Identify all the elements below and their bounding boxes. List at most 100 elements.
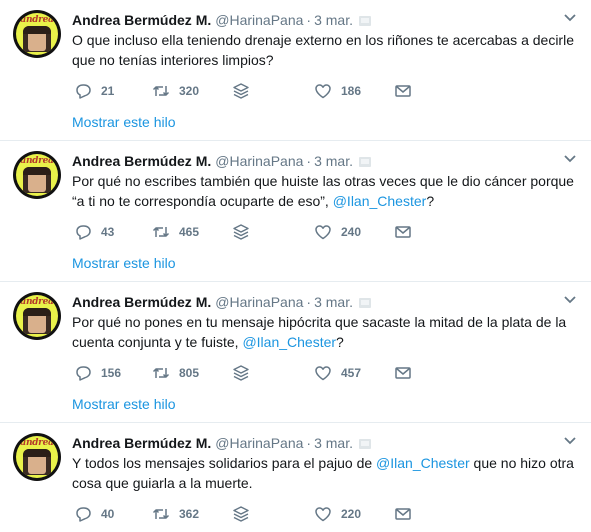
author-handle[interactable]: @HarinaPana — [215, 435, 303, 451]
retweet-icon — [152, 227, 170, 237]
tweet-text: Y todos los mensajes solidarios para el … — [72, 453, 577, 493]
reply-icon — [76, 366, 91, 381]
author-name[interactable]: Andrea Bermúdez M. — [72, 435, 211, 451]
reply-button[interactable]: 40 — [74, 504, 114, 524]
envelope-icon — [395, 367, 411, 379]
avatar[interactable]: andrea — [13, 10, 61, 58]
separator: · — [306, 294, 312, 310]
separator: · — [306, 12, 312, 28]
tweet-date[interactable]: 3 mar. — [314, 12, 353, 28]
chevron-down-icon[interactable] — [563, 295, 577, 305]
layers-button[interactable] — [232, 222, 250, 242]
reply-icon — [76, 507, 91, 522]
tweet-actions: 43 465 240 — [72, 222, 452, 242]
tweet[interactable]: andrea Andrea Bermúdez M. @HarinaPana · 3 m… — [0, 141, 591, 282]
tweet[interactable]: andrea Andrea Bermúdez M. @HarinaPana · 3 m… — [0, 423, 591, 532]
retweet-icon — [152, 509, 170, 519]
tweet-text-fragment: que no hizo otra — [469, 455, 574, 471]
tweet-text: O que incluso ella teniendo drenaje exte… — [72, 30, 577, 70]
tweet-date[interactable]: 3 mar. — [314, 435, 353, 451]
avatar[interactable]: andrea — [13, 433, 61, 481]
reply-icon — [76, 84, 91, 99]
tweet[interactable]: andrea Andrea Bermúdez M. @HarinaPana · 3 m… — [0, 0, 591, 141]
avatar[interactable]: andrea — [13, 151, 61, 199]
like-button[interactable]: 457 — [314, 363, 361, 383]
tweet-text-fragment: ? — [336, 334, 344, 350]
layers-icon — [233, 83, 249, 99]
direct-message-button[interactable] — [394, 504, 412, 524]
show-thread-link[interactable]: Mostrar este hilo — [72, 395, 175, 413]
show-thread-link[interactable]: Mostrar este hilo — [72, 254, 175, 272]
retweet-button[interactable]: 465 — [152, 222, 199, 242]
reply-button[interactable]: 43 — [74, 222, 114, 242]
like-count: 240 — [341, 225, 362, 239]
tweet-text-fragment: “a ti no te correspondía ocuparte de eso… — [72, 193, 333, 209]
mention-link[interactable]: @Ilan_Chester — [242, 334, 336, 350]
tweet-header: Andrea Bermúdez M. @HarinaPana · 3 mar. — [72, 293, 371, 311]
heart-icon — [315, 225, 331, 240]
retweet-button[interactable]: 805 — [152, 363, 199, 383]
author-name[interactable]: Andrea Bermúdez M. — [72, 12, 211, 28]
chevron-down-icon[interactable] — [563, 154, 577, 164]
show-thread-link[interactable]: Mostrar este hilo — [72, 113, 175, 131]
mention-link[interactable]: @Ilan_Chester — [376, 455, 470, 471]
envelope-icon — [395, 226, 411, 238]
tweet-header: Andrea Bermúdez M. @HarinaPana · 3 mar. — [72, 434, 371, 452]
retweet-button[interactable]: 320 — [152, 81, 199, 101]
avatar[interactable]: andrea — [13, 292, 61, 340]
like-count: 457 — [341, 366, 362, 380]
reply-count: 21 — [101, 84, 115, 98]
tweet-text-fragment: ? — [426, 193, 435, 209]
author-handle[interactable]: @HarinaPana — [215, 153, 303, 169]
reply-count: 40 — [101, 507, 115, 521]
retweet-button[interactable]: 362 — [152, 504, 199, 524]
mention-link[interactable]: @Ilan_Chester — [333, 193, 427, 209]
tweet-date[interactable]: 3 mar. — [314, 294, 353, 310]
reply-count: 156 — [101, 366, 122, 380]
layers-button[interactable] — [232, 504, 250, 524]
chevron-down-icon[interactable] — [563, 13, 577, 23]
like-count: 186 — [341, 84, 362, 98]
avatar-logo-text: andrea — [20, 297, 54, 307]
author-handle[interactable]: @HarinaPana — [215, 294, 303, 310]
envelope-icon — [395, 85, 411, 97]
like-button[interactable]: 186 — [314, 81, 361, 101]
author-name[interactable]: Andrea Bermúdez M. — [72, 153, 211, 169]
layers-icon — [233, 506, 249, 522]
tweet[interactable]: andrea Andrea Bermúdez M. @HarinaPana · 3 m… — [0, 282, 591, 423]
tweet-header: Andrea Bermúdez M. @HarinaPana · 3 mar. — [72, 152, 371, 170]
author-handle[interactable]: @HarinaPana — [215, 12, 303, 28]
tweet-header: Andrea Bermúdez M. @HarinaPana · 3 mar. — [72, 11, 371, 29]
like-button[interactable]: 240 — [314, 222, 361, 242]
layers-icon — [233, 365, 249, 381]
tweet-actions: 40 362 220 — [72, 504, 452, 524]
retweet-count: 465 — [179, 225, 200, 239]
tweet-text-line: cuenta conjunta y te fuiste, @Ilan_Chest… — [72, 332, 577, 352]
chevron-down-icon[interactable] — [563, 436, 577, 446]
tweet-feed: andrea Andrea Bermúdez M. @HarinaPana · 3 m… — [0, 0, 591, 532]
tweet-text-fragment: Y todos los mensajes solidarios para el … — [72, 455, 377, 471]
author-name[interactable]: Andrea Bermúdez M. — [72, 294, 211, 310]
reply-button[interactable]: 156 — [74, 363, 121, 383]
like-button[interactable]: 220 — [314, 504, 361, 524]
tweet-text: Por qué no pones en tu mensaje hipócrita… — [72, 312, 577, 352]
like-count: 220 — [341, 507, 362, 521]
tweet-text-line: Y todos los mensajes solidarios para el … — [72, 453, 577, 473]
layers-icon — [233, 224, 249, 240]
reply-button[interactable]: 21 — [74, 81, 114, 101]
envelope-icon — [395, 508, 411, 520]
retweet-icon — [152, 368, 170, 378]
direct-message-button[interactable] — [394, 81, 412, 101]
heart-icon — [315, 507, 331, 522]
layers-button[interactable] — [232, 81, 250, 101]
tweet-text-line: O que incluso ella teniendo drenaje exte… — [72, 32, 574, 48]
reply-icon — [76, 225, 91, 240]
direct-message-button[interactable] — [394, 363, 412, 383]
tweet-actions: 21 320 186 — [72, 81, 452, 101]
tweet-date[interactable]: 3 mar. — [314, 153, 353, 169]
tweet-actions: 156 805 457 — [72, 363, 452, 383]
tweet-text-line: Por qué no escribes también que huiste l… — [72, 173, 574, 189]
direct-message-button[interactable] — [394, 222, 412, 242]
retweet-count: 362 — [179, 507, 200, 521]
layers-button[interactable] — [232, 363, 250, 383]
